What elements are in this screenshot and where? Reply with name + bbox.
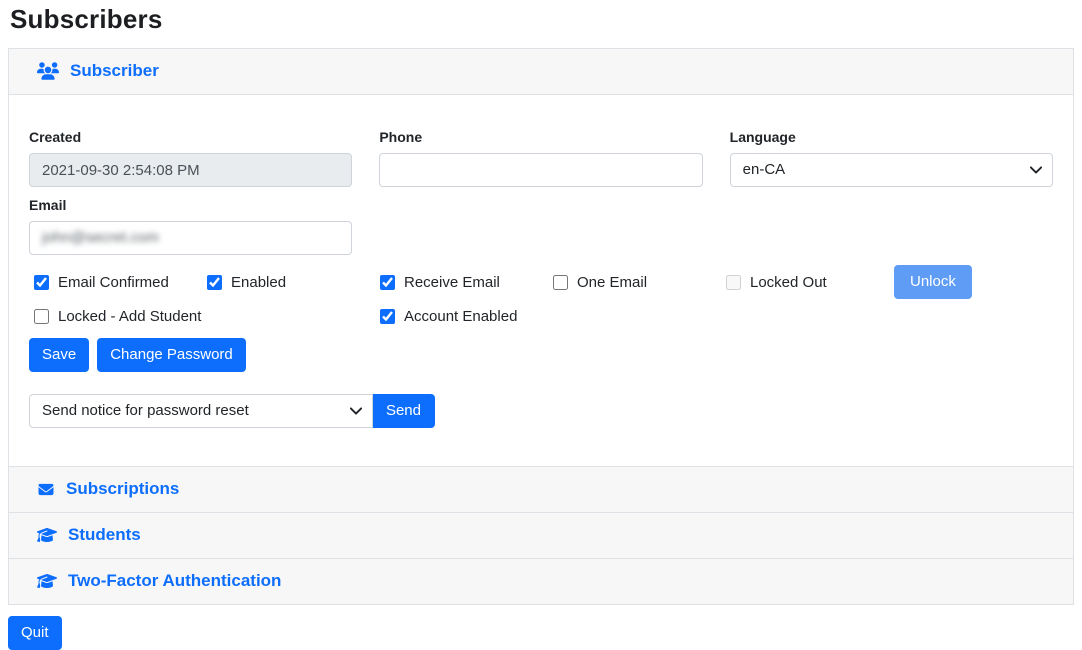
section-header-two-factor[interactable]: Two-Factor Authentication [9, 558, 1073, 604]
notice-select[interactable]: Send notice for password reset [29, 394, 373, 428]
quit-button[interactable]: Quit [8, 616, 62, 650]
checkbox-locked-add-student[interactable]: Locked - Add Student [29, 308, 375, 325]
subscriber-panel: Created Phone Language en-CA [9, 95, 1073, 466]
page-title: Subscribers [10, 4, 1074, 35]
created-field-group: Created [29, 129, 352, 187]
checkbox-enabled[interactable]: Enabled [202, 274, 375, 291]
section-header-students[interactable]: Students [9, 512, 1073, 558]
phone-label: Phone [379, 129, 702, 145]
checkbox-one-email[interactable]: One Email [548, 274, 721, 291]
one-email-checkbox[interactable] [553, 275, 568, 290]
phone-input[interactable] [379, 153, 702, 187]
users-icon [37, 62, 59, 80]
section-title-subscriber: Subscriber [70, 61, 159, 81]
section-title-students: Students [68, 525, 141, 545]
phone-field-group: Phone [379, 129, 702, 187]
email-confirmed-checkbox[interactable] [34, 275, 49, 290]
account-enabled-label[interactable]: Account Enabled [404, 308, 517, 325]
enabled-checkbox[interactable] [207, 275, 222, 290]
save-button[interactable]: Save [29, 338, 89, 372]
graduation-cap-icon [37, 573, 57, 589]
locked-add-student-checkbox[interactable] [34, 309, 49, 324]
checkbox-locked-out: Locked Out [721, 274, 894, 291]
section-header-subscriber[interactable]: Subscriber [9, 49, 1073, 95]
email-confirmed-label[interactable]: Email Confirmed [58, 274, 169, 291]
receive-email-label[interactable]: Receive Email [404, 274, 500, 291]
language-select[interactable]: en-CA [730, 153, 1053, 187]
accordion: Subscriber Created Phone Language en-CA [8, 48, 1074, 605]
one-email-label[interactable]: One Email [577, 274, 647, 291]
graduation-cap-icon [37, 527, 57, 543]
locked-add-student-label[interactable]: Locked - Add Student [58, 308, 201, 325]
created-label: Created [29, 129, 352, 145]
email-label: Email [29, 197, 352, 213]
section-header-subscriptions[interactable]: Subscriptions [9, 466, 1073, 512]
account-enabled-checkbox[interactable] [380, 309, 395, 324]
send-button[interactable]: Send [372, 394, 435, 428]
checkbox-account-enabled[interactable]: Account Enabled [375, 308, 548, 325]
unlock-button[interactable]: Unlock [894, 265, 972, 299]
change-password-button[interactable]: Change Password [97, 338, 246, 372]
language-label: Language [730, 129, 1053, 145]
language-field-group: Language en-CA [730, 129, 1053, 187]
email-field-group: Email john@secret.com [29, 197, 352, 255]
checkbox-email-confirmed[interactable]: Email Confirmed [29, 274, 202, 291]
created-input [29, 153, 352, 187]
section-title-subscriptions: Subscriptions [66, 479, 179, 499]
envelope-icon [37, 482, 55, 497]
checkbox-receive-email[interactable]: Receive Email [375, 274, 548, 291]
receive-email-checkbox[interactable] [380, 275, 395, 290]
section-title-two-factor: Two-Factor Authentication [68, 571, 281, 591]
enabled-label[interactable]: Enabled [231, 274, 286, 291]
locked-out-checkbox [726, 275, 741, 290]
email-redacted-value: john@secret.com [42, 227, 159, 249]
locked-out-label: Locked Out [750, 274, 827, 291]
email-input[interactable]: john@secret.com [29, 221, 352, 255]
page: Subscribers Subscriber Created Phone [8, 4, 1074, 650]
